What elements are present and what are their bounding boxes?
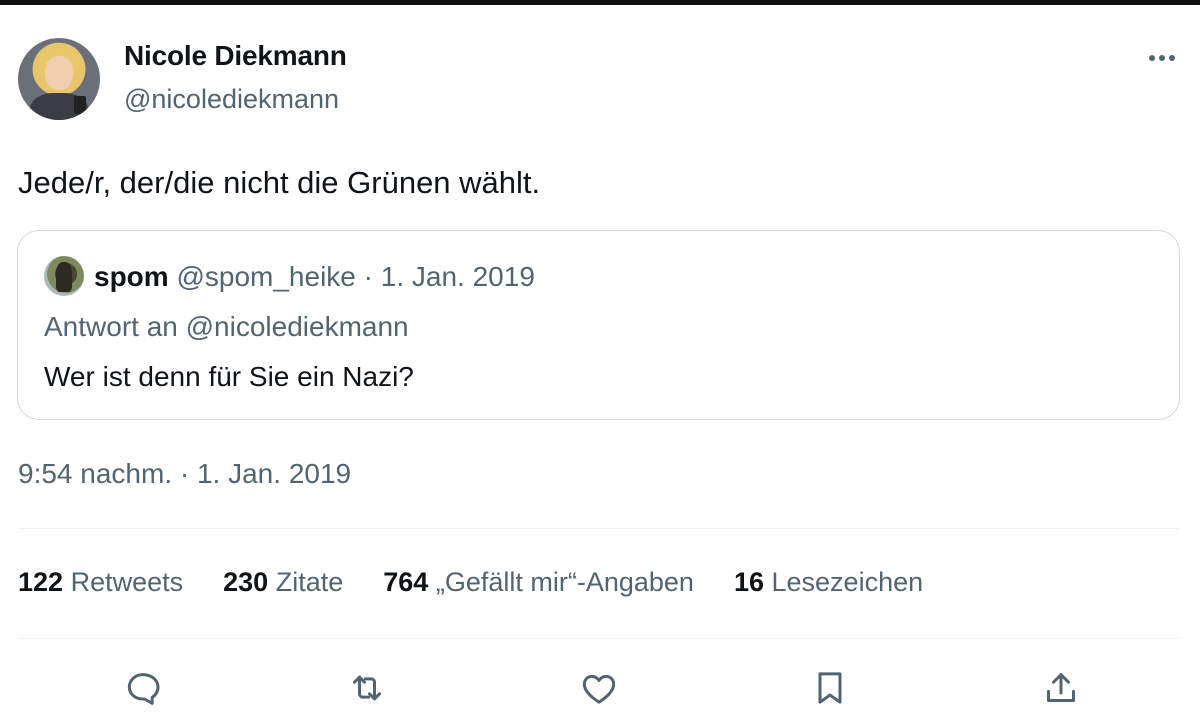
bookmarks-stat[interactable]: 16 Lesezeichen <box>734 567 923 598</box>
quote-text: Wer ist denn für Sie ein Nazi? <box>44 361 414 392</box>
more-dot-icon <box>1169 55 1175 61</box>
quote-header: spom @spom_heike · 1. Jan. 2019 <box>94 261 535 293</box>
heart-icon <box>582 674 616 704</box>
action-bar <box>0 660 1200 716</box>
retweets-count: 122 <box>18 567 64 597</box>
likes-label: „Gefällt mir“-Angaben <box>435 567 694 597</box>
divider <box>18 638 1180 639</box>
bookmarks-count: 16 <box>733 567 764 597</box>
quote-avatar[interactable] <box>44 256 84 296</box>
retweet-icon <box>353 675 381 701</box>
tweet-timestamp[interactable]: 9:54 nachm. · 1. Jan. 2019 <box>18 458 351 490</box>
top-border <box>0 0 1200 5</box>
more-options-button[interactable] <box>1140 42 1184 74</box>
retweets-label: Retweets <box>70 567 184 597</box>
quote-date[interactable]: 1. Jan. 2019 <box>381 261 535 292</box>
quotes-count: 230 <box>223 567 269 597</box>
bookmark-icon <box>818 672 842 704</box>
author-avatar[interactable] <box>18 38 100 120</box>
share-icon <box>1047 673 1075 702</box>
quotes-label: Zitate <box>275 567 344 597</box>
more-dot-icon <box>1149 55 1155 61</box>
quote-avatar-dog <box>56 262 72 292</box>
quote-author-name[interactable]: spom <box>94 261 169 292</box>
quotes-stat[interactable]: 230 Zitate <box>223 567 343 598</box>
more-dot-icon <box>1159 55 1165 61</box>
divider <box>18 528 1180 529</box>
author-name[interactable]: Nicole Diekmann <box>124 40 347 72</box>
bookmarks-label: Lesezeichen <box>771 567 924 597</box>
bookmark-button[interactable] <box>802 660 858 716</box>
quote-author-handle[interactable]: @spom_heike <box>176 261 355 292</box>
retweet-button[interactable] <box>339 660 395 716</box>
avatar-face <box>45 56 73 90</box>
share-button[interactable] <box>1033 660 1089 716</box>
tweet-text: Jede/r, der/die nicht die Grünen wählt. <box>18 165 541 200</box>
quoted-tweet-card[interactable]: spom @spom_heike · 1. Jan. 2019 Antwort … <box>17 230 1180 420</box>
like-button[interactable] <box>571 660 627 716</box>
reply-icon <box>127 673 160 705</box>
likes-count: 764 <box>383 567 429 597</box>
author-handle[interactable]: @nicolediekmann <box>124 84 339 115</box>
retweets-stat[interactable]: 122 Retweets <box>18 567 183 598</box>
likes-stat[interactable]: 764 „Gefällt mir“-Angaben <box>383 567 694 598</box>
quote-reply-to: Antwort an @nicolediekmann <box>44 311 409 342</box>
tweet-stats: 122 Retweets 230 Zitate 764 „Gefällt mir… <box>18 567 963 598</box>
quote-separator: · <box>363 261 373 292</box>
avatar-phone <box>74 96 86 114</box>
reply-button[interactable] <box>115 660 171 716</box>
